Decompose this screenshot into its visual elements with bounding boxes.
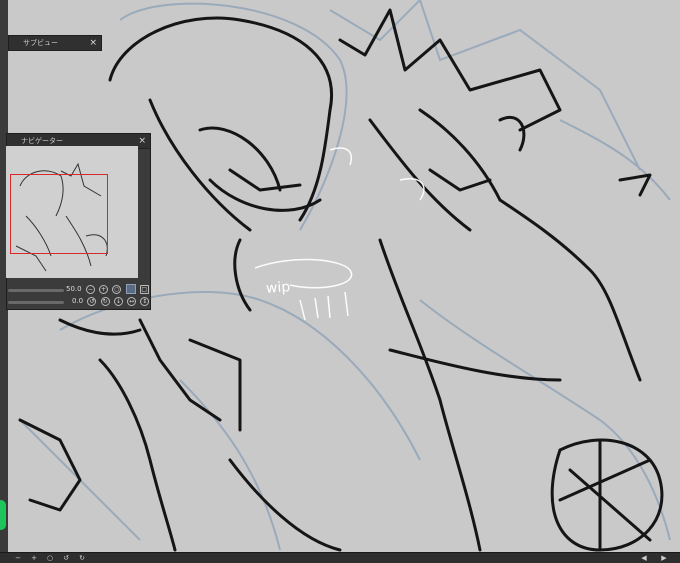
status-indicator — [0, 500, 6, 530]
expand-icon[interactable]: □ — [139, 284, 149, 294]
scroll-left-icon[interactable]: ◀ — [640, 554, 648, 562]
rotate-right-icon[interactable]: ↻ — [100, 296, 110, 306]
navigator-view-frame[interactable] — [10, 174, 108, 254]
rotate-left-icon[interactable]: ↺ — [87, 296, 97, 306]
flip-horizontal-icon[interactable]: ↔ — [127, 296, 137, 306]
close-icon[interactable]: × — [89, 36, 97, 50]
rotation-controls: 0.0 ↺ ↻ ↓ ↔ ↕ — [72, 295, 150, 307]
rotate-right-icon[interactable]: ↻ — [78, 554, 86, 562]
sub-view-title-text: サブビュー — [23, 39, 58, 47]
sub-view-title: サブビュー × — [9, 36, 101, 51]
close-icon[interactable]: × — [138, 134, 146, 148]
flip-toggle-button[interactable] — [125, 284, 136, 294]
bottom-status-bar: − + ○ ↺ ↻ ◀ ▶ — [0, 552, 680, 563]
zoom-controls: 50.0 − + ○ □ — [66, 283, 149, 295]
navigator-title-text: ナビゲーター — [21, 137, 63, 145]
sub-view-panel[interactable]: サブビュー × — [8, 35, 102, 51]
zoom-in-icon[interactable]: + — [30, 554, 38, 562]
fit-icon[interactable]: ○ — [46, 554, 54, 562]
zoom-value: 50.0 — [66, 285, 82, 293]
zoom-out-icon[interactable]: − — [14, 554, 22, 562]
fit-icon[interactable]: ○ — [112, 284, 122, 294]
zoom-in-icon[interactable]: + — [99, 284, 109, 294]
scroll-right-icon[interactable]: ▶ — [660, 554, 668, 562]
rotation-slider-track[interactable] — [8, 301, 64, 304]
reset-rotation-icon[interactable]: ↓ — [113, 296, 123, 306]
rotate-left-icon[interactable]: ↺ — [62, 554, 70, 562]
rotation-value: 0.0 — [72, 297, 84, 305]
zoom-out-icon[interactable]: − — [85, 284, 95, 294]
wip-annotation: wip — [265, 279, 291, 297]
flip-vertical-icon[interactable]: ↕ — [140, 296, 150, 306]
zoom-slider-track[interactable] — [8, 289, 64, 292]
